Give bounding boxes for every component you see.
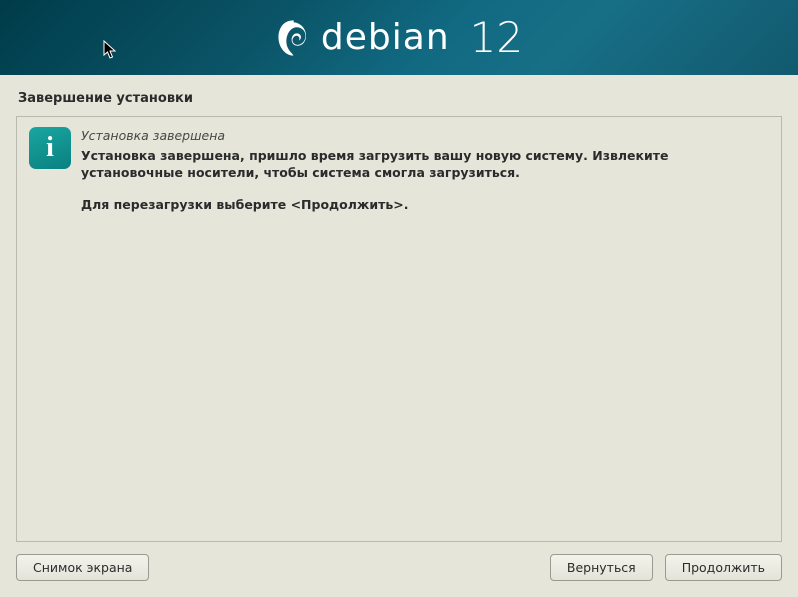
- info-icon: i: [29, 127, 71, 169]
- cursor-icon: [103, 40, 117, 60]
- panel-action-hint: Для перезагрузки выберите <Продолжить>.: [81, 196, 769, 214]
- screenshot-button[interactable]: Снимок экрана: [16, 554, 149, 581]
- back-button[interactable]: Вернуться: [550, 554, 653, 581]
- version-number: 12: [470, 13, 523, 62]
- button-row: Снимок экрана Вернуться Продолжить: [16, 542, 782, 581]
- header-banner: debian 12: [0, 0, 798, 75]
- panel-body: Установка завершена, пришло время загруз…: [81, 147, 769, 182]
- info-panel: i Установка завершена Установка завершен…: [16, 116, 782, 542]
- content-wrapper: Завершение установки i Установка заверше…: [0, 75, 798, 597]
- right-buttons: Вернуться Продолжить: [550, 554, 782, 581]
- debian-swirl-icon: [275, 17, 309, 59]
- page-title: Завершение установки: [16, 91, 782, 106]
- brand-row: debian 12: [275, 13, 523, 62]
- panel-text: Установка завершена Установка завершена,…: [81, 127, 769, 213]
- panel-heading: Установка завершена: [81, 127, 769, 145]
- continue-button[interactable]: Продолжить: [665, 554, 782, 581]
- brand-name: debian: [321, 17, 450, 58]
